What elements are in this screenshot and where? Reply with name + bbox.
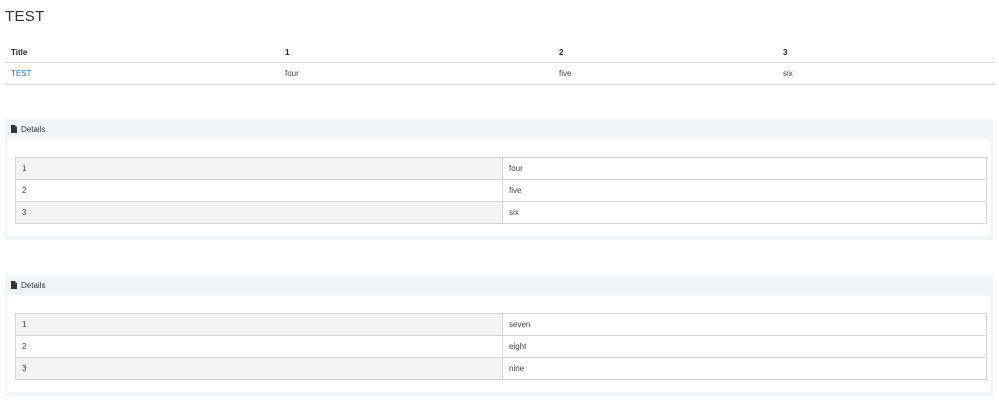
column-header-1[interactable]: 1	[279, 42, 553, 63]
summary-table-header-row: Title 1 2 3	[5, 42, 995, 63]
details-panel: Details 1 four 2 five 3 six	[5, 119, 993, 240]
column-header-3[interactable]: 3	[777, 42, 995, 63]
detail-value: seven	[502, 313, 987, 336]
table-cell: four	[279, 62, 553, 85]
detail-value: six	[502, 201, 987, 224]
detail-key: 2	[15, 179, 503, 202]
document-icon	[11, 125, 17, 133]
table-row: 3 six	[15, 201, 987, 224]
panel-heading: Details	[5, 119, 993, 139]
table-row: 2 five	[15, 179, 987, 202]
detail-value: five	[502, 179, 987, 202]
detail-value: four	[502, 157, 987, 180]
table-cell: five	[553, 62, 777, 85]
title-cell: TEST	[5, 62, 279, 85]
title-link[interactable]: TEST	[11, 69, 31, 78]
column-header-title[interactable]: Title	[5, 42, 279, 63]
page-title: TEST	[5, 8, 45, 25]
detail-key: 2	[15, 335, 503, 358]
details-table: 1 four 2 five 3 six	[15, 157, 987, 224]
table-row: 1 four	[15, 157, 987, 180]
panel-body: 1 seven 2 eight 3 nine	[7, 295, 991, 392]
table-row: TEST four five six	[5, 62, 995, 85]
detail-key: 1	[15, 313, 503, 336]
panel-body: 1 four 2 five 3 six	[7, 139, 991, 236]
details-table: 1 seven 2 eight 3 nine	[15, 313, 987, 380]
panel-heading-label: Details	[21, 280, 46, 290]
table-row: 3 nine	[15, 357, 987, 380]
table-cell: six	[777, 62, 995, 85]
table-row: 2 eight	[15, 335, 987, 358]
table-row: 1 seven	[15, 313, 987, 336]
detail-key: 3	[15, 357, 503, 380]
column-header-2[interactable]: 2	[553, 42, 777, 63]
document-icon	[11, 281, 17, 289]
panel-heading: Details	[5, 275, 993, 295]
detail-key: 3	[15, 201, 503, 224]
detail-value: eight	[502, 335, 987, 358]
detail-key: 1	[15, 157, 503, 180]
details-panel: Details 1 seven 2 eight 3 nine	[5, 275, 993, 396]
detail-value: nine	[502, 357, 987, 380]
panel-heading-label: Details	[21, 124, 46, 134]
summary-table: Title 1 2 3 TEST four five six	[5, 42, 995, 85]
